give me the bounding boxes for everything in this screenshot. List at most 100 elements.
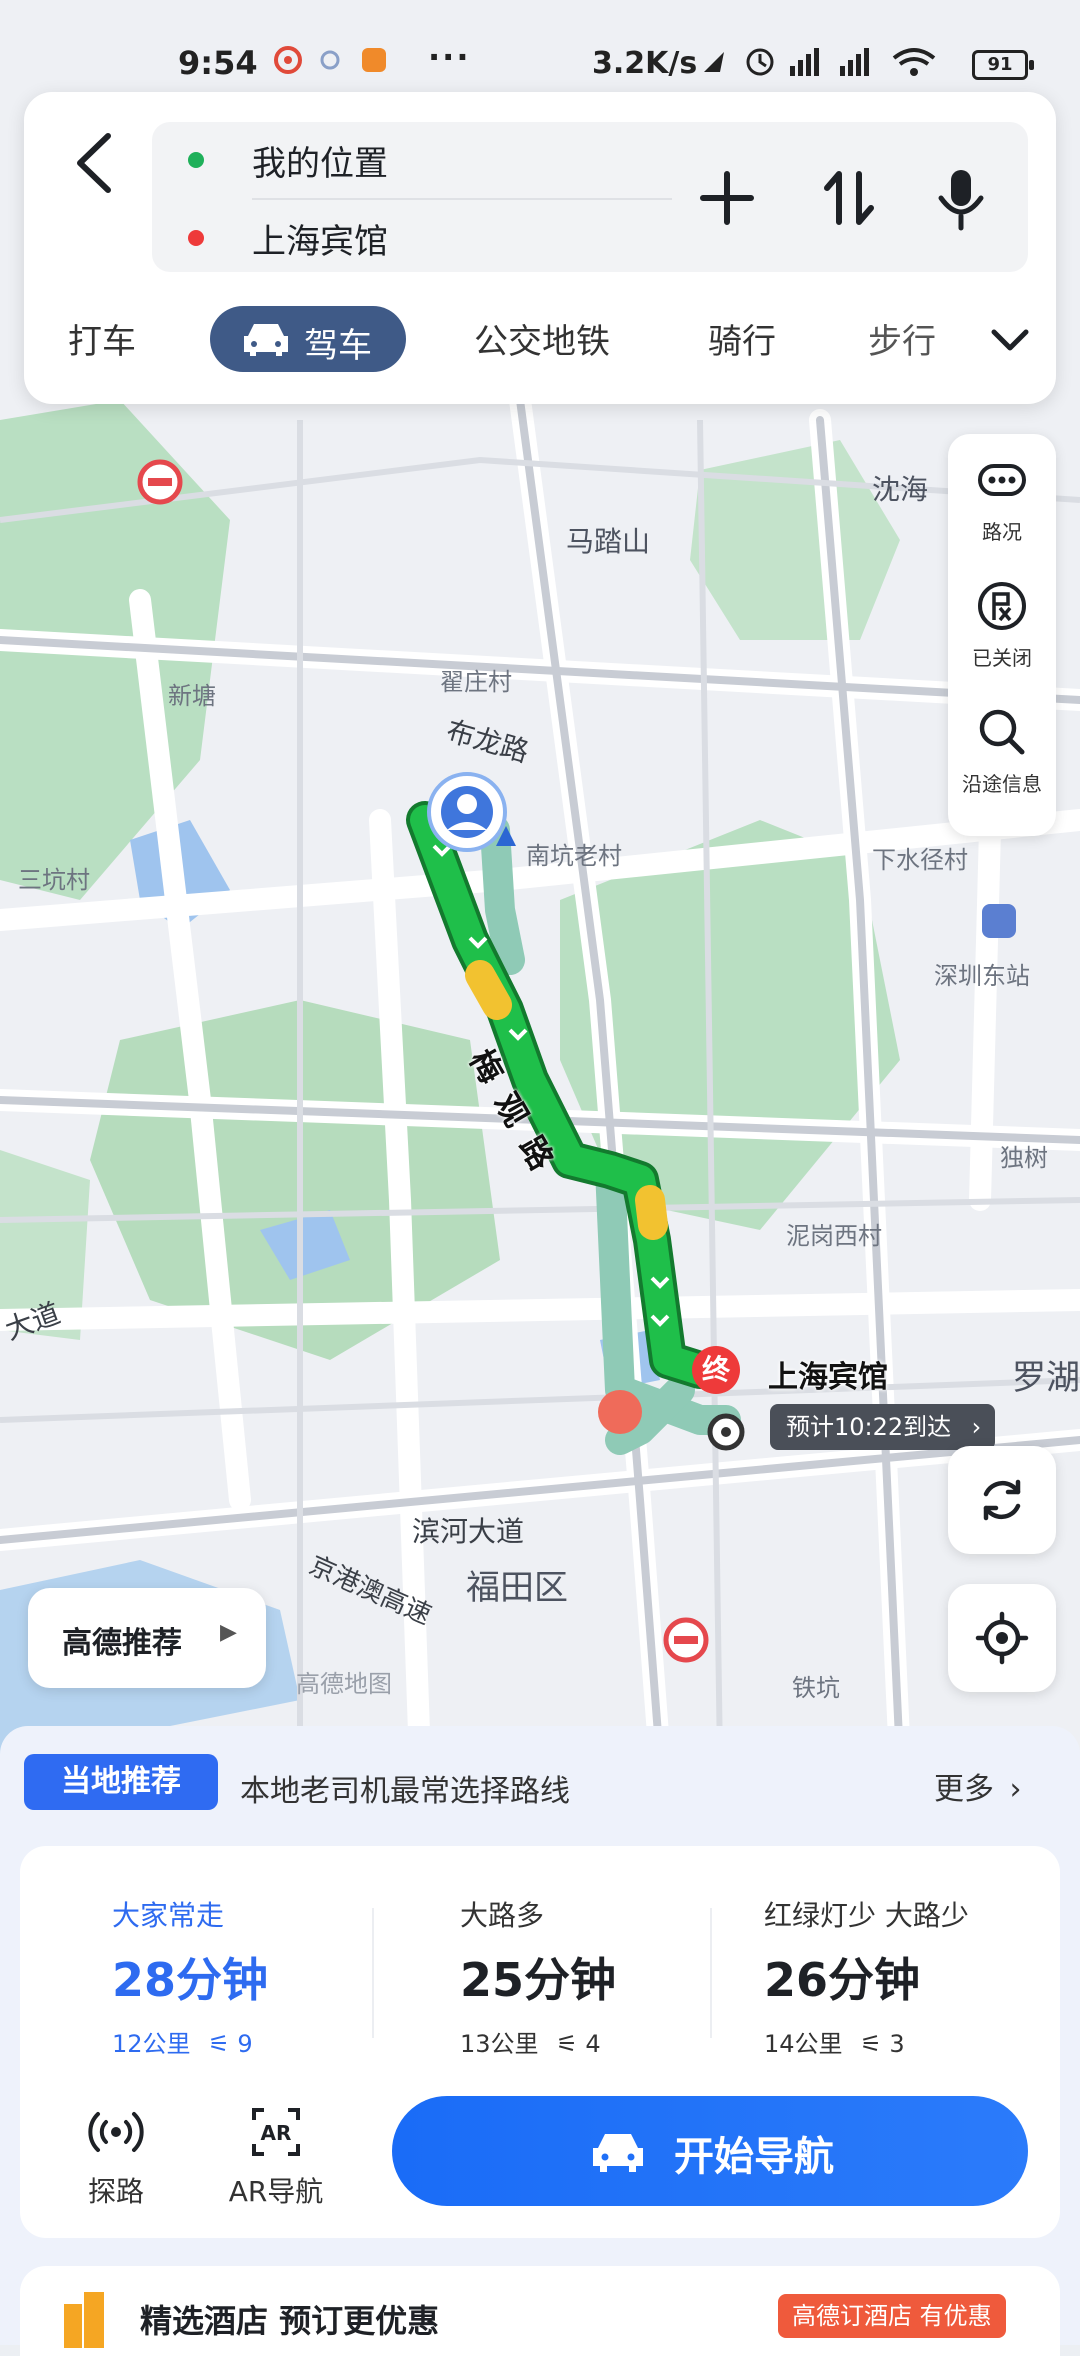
traffic-icon [978,464,1026,496]
destination-marker[interactable]: 终 [692,1346,740,1394]
more-notifications-icon: ··· [428,38,471,76]
route-option-meta: 14公里 ⚟ 3 [764,2024,905,2059]
map-label: 泥岗西村 [786,1222,882,1250]
ar-nav-label: AR导航 [228,2175,324,2208]
back-button[interactable] [66,128,126,198]
route-option-tag: 红绿灯少 大路少 [764,1899,969,1932]
status-icons [698,42,958,90]
route-option-lights: 3 [889,2030,905,2058]
map-label: 福田区 [466,1568,568,1608]
tab-taxi[interactable]: 打车 [68,314,136,363]
route-option[interactable]: 大路多 25分钟 13公里 ⚟ 4 [420,1846,730,2066]
along-info-label: 沿途信息 [962,772,1042,796]
map-label: 南坑老村 [526,842,622,870]
traffic-label: 路况 [982,520,1022,544]
divider [710,1908,712,2038]
route-option[interactable]: 大家常走 28分钟 12公里 ⚟ 9 [20,1846,330,2066]
more-label: 更多 [934,1772,994,1807]
network-speed: 3.2K/s [592,46,698,81]
hotel-promo-title: 精选酒店 预订更优惠 [140,2302,440,2340]
map-tools-panel: 路况 已关闭 沿途信息 [948,434,1056,836]
chevron-down-icon[interactable] [984,314,1036,366]
restriction-label: 已关闭 [972,646,1032,670]
map-label: 铁坑 [792,1674,840,1702]
add-waypoint-button[interactable] [692,160,762,236]
map-label: 翟庄村 [440,668,512,696]
hotel-icon [64,2292,104,2348]
destination-map-label[interactable]: 上海宾馆 [768,1352,888,1396]
chevron-right-icon: › [971,1413,982,1441]
route-planner-card: 我的位置 上海宾馆 打车 驾车 公交地铁 骑行 步行 [24,92,1056,404]
notification-icons [270,42,390,86]
destination-field[interactable]: 上海宾馆 [252,214,388,263]
map-label: 深圳东站 [934,962,1030,990]
route-option-duration: 25分钟 [460,1953,617,2007]
route-option-lights: 9 [237,2030,253,2058]
route-option-distance: 13公里 [460,2030,539,2058]
refresh-icon [983,1479,1021,1521]
tab-drive-label: 驾车 [304,326,372,366]
map-label: 下水径村 [872,846,968,874]
svg-text:AR: AR [261,2121,292,2145]
hotel-promo-card[interactable]: 精选酒店 预订更优惠 高德订酒店 有优惠 [20,2266,1060,2356]
route-option-meta: 13公里 ⚟ 4 [460,2024,601,2059]
tab-bike[interactable]: 骑行 [708,314,776,363]
route-option-duration: 26分钟 [764,1953,921,2007]
route-options-card: 大家常走 28分钟 12公里 ⚟ 9 大路多 25分钟 13公里 ⚟ 4 红绿灯… [20,1846,1060,2238]
road-label: 滨河大道 [412,1515,525,1548]
voice-input-button[interactable] [926,160,996,236]
tab-transit[interactable]: 公交地铁 [474,314,610,363]
status-bar: 9:54 ··· 3.2K/s 91 [0,30,1080,100]
along-info-button[interactable]: 沿途信息 [948,686,1056,806]
tab-walk[interactable]: 步行 [868,314,936,363]
swap-endpoints-button[interactable] [814,160,884,236]
broadcast-icon [88,2112,144,2152]
map-label: 新塘 [168,682,216,710]
start-navigation-label: 开始导航 [674,2134,834,2180]
local-recommend-desc: 本地老司机最常选择路线 [240,1774,570,1809]
traffic-light-icon: ⚟ [860,2030,882,2058]
car-icon [588,2130,648,2178]
more-routes-link[interactable]: 更多 › [934,1764,1022,1808]
refresh-route-button[interactable] [948,1446,1056,1554]
locate-me-button[interactable] [948,1584,1056,1692]
ar-icon: AR [252,2108,300,2156]
route-option-tag: 大家常走 [112,1899,225,1932]
origin-dot-icon [188,152,204,168]
locate-icon [975,1611,1029,1665]
eta-text: 预计10:22到达 [786,1413,952,1441]
origin-field[interactable]: 我的位置 [252,136,388,185]
divider [372,1908,374,2038]
route-option-meta: 12公里 ⚟ 9 [112,2024,253,2059]
explore-label: 探路 [87,2175,144,2208]
ar-nav-button[interactable]: AR AR导航 [216,2104,336,2214]
map-label: 罗湖 [1012,1358,1080,1398]
restriction-button[interactable]: 已关闭 [948,560,1056,680]
route-options-sheet: 当地推荐 本地老司机最常选择路线 更多 › 大家常走 28分钟 12公里 ⚟ 9… [0,1726,1080,2356]
gaode-map-logo: 高德地图 [296,1670,392,1698]
traffic-light-icon: ⚟ [208,2030,230,2058]
map-label: 独树 [1000,1144,1048,1172]
route-endpoints: 我的位置 上海宾馆 [152,122,1028,272]
route-option-distance: 14公里 [764,2030,843,2058]
eta-bubble[interactable]: 预计10:22到达 › [770,1404,996,1450]
status-time: 9:54 [178,44,258,82]
route-option-duration: 28分钟 [112,1953,269,2007]
map-label: 三坑村 [18,866,90,894]
route-option-distance: 12公里 [112,2030,191,2058]
hotel-promo-badge[interactable]: 高德订酒店 有优惠 [778,2294,1006,2338]
origin-row[interactable]: 我的位置 [152,122,652,196]
route-option[interactable]: 红绿灯少 大路少 26分钟 14公里 ⚟ 3 [720,1846,1030,2066]
explore-route-button[interactable]: 探路 [56,2104,176,2214]
start-navigation-button[interactable]: 开始导航 [392,2096,1028,2206]
tab-drive[interactable]: 驾车 [210,306,406,372]
traffic-button[interactable]: 路况 [948,434,1056,554]
destination-row[interactable]: 上海宾馆 [152,200,652,274]
gaode-recommend-label: 高德推荐 [62,1626,182,1661]
gaode-recommend-button[interactable]: 高德推荐 ▶ [28,1588,266,1688]
car-icon [240,320,292,367]
local-recommend-tag: 当地推荐 [24,1754,218,1810]
travel-mode-tabs: 打车 驾车 公交地铁 骑行 步行 [24,300,1056,380]
route-option-tag: 大路多 [460,1899,545,1932]
search-icon [979,709,1025,755]
